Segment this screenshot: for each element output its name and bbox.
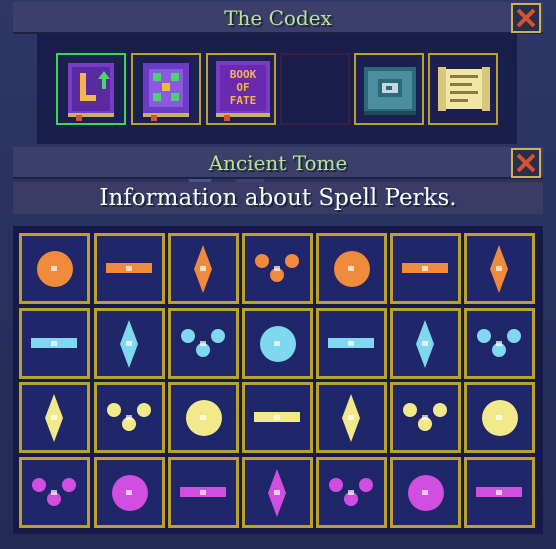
light-stars-icon <box>254 412 300 422</box>
spell-perk-slot[interactable] <box>94 308 165 379</box>
tome-titlebar: Ancient Tome <box>13 147 543 179</box>
codex-title: The Codex <box>224 6 332 30</box>
book-cover-line-1: BOOK <box>230 68 257 81</box>
tome-close-button[interactable] <box>511 148 541 178</box>
light-golem-icon <box>482 400 518 436</box>
spell-perk-slot[interactable] <box>19 233 90 304</box>
ice-shield-icon <box>416 320 434 368</box>
spell-perk-slot[interactable] <box>464 457 535 528</box>
book-slot-1[interactable] <box>56 53 126 125</box>
book-cover-line-2: OF <box>236 81 249 94</box>
arcane-spark-icon <box>408 475 444 511</box>
spell-perk-slot[interactable] <box>94 233 165 304</box>
spell-perk-slot[interactable] <box>168 382 239 453</box>
book-slot-5[interactable] <box>354 53 424 125</box>
fire-beam-icon <box>255 254 299 282</box>
tome-title: Ancient Tome <box>208 151 348 175</box>
book-slot-empty[interactable] <box>280 53 350 125</box>
ice-crystals-icon <box>181 329 225 357</box>
spell-perk-slot[interactable] <box>390 457 461 528</box>
spell-perk-slot[interactable] <box>464 233 535 304</box>
spell-perk-slot[interactable] <box>316 457 387 528</box>
light-chain-icon <box>45 394 63 442</box>
rune-grid-book-icon <box>143 63 189 121</box>
spell-perk-slot[interactable] <box>168 308 239 379</box>
spell-perk-slot[interactable] <box>390 382 461 453</box>
ice-fish-icon <box>328 338 374 348</box>
spell-perk-slot[interactable] <box>94 382 165 453</box>
arcane-bolts-icon <box>32 478 76 506</box>
spell-perk-slot[interactable] <box>94 457 165 528</box>
spell-perk-slot[interactable] <box>168 457 239 528</box>
codex-titlebar: The Codex <box>13 2 543 34</box>
ice-shard-icon <box>120 320 138 368</box>
spell-perk-slot[interactable] <box>464 308 535 379</box>
spell-perk-slot[interactable] <box>464 382 535 453</box>
arcane-spirit-icon <box>476 487 522 497</box>
light-sword-icon <box>107 403 151 431</box>
spell-perk-slot[interactable] <box>242 233 313 304</box>
light-sparks-icon <box>186 400 222 436</box>
light-orb-icon <box>342 394 360 442</box>
fire-wisp-icon <box>334 251 370 287</box>
fire-swirl-icon <box>37 251 73 287</box>
spell-perk-slot[interactable] <box>390 308 461 379</box>
spell-perk-slot[interactable] <box>316 382 387 453</box>
ice-beam-icon <box>260 326 296 362</box>
arcane-drip-icon <box>268 469 286 517</box>
spell-perk-slot[interactable] <box>19 308 90 379</box>
fireballs-icon <box>106 263 152 273</box>
codex-close-button[interactable] <box>511 3 541 33</box>
spell-perk-slot[interactable] <box>19 382 90 453</box>
arcane-arc-icon <box>329 478 373 506</box>
fire-pillar-icon <box>194 245 212 293</box>
book-slot-2[interactable] <box>131 53 201 125</box>
book-slot-3[interactable]: BOOK OF FATE <box>206 53 276 125</box>
stone-tome-icon <box>364 67 416 115</box>
tome-info-bar: Information about Spell Perks. <box>13 182 543 214</box>
ice-boulder-icon <box>31 338 77 348</box>
tome-info-text: Information about Spell Perks. <box>99 185 457 211</box>
spell-perk-slot[interactable] <box>390 233 461 304</box>
spell-perk-slot[interactable] <box>242 457 313 528</box>
arcane-blob-icon <box>180 487 226 497</box>
spell-perk-slot[interactable] <box>316 233 387 304</box>
book-cover-line-3: FATE <box>230 94 257 107</box>
close-icon <box>516 8 536 28</box>
book-of-fate-icon: BOOK OF FATE <box>216 61 270 121</box>
spell-perk-slot[interactable] <box>19 457 90 528</box>
book-slot-6[interactable] <box>428 53 498 125</box>
close-icon <box>516 153 536 173</box>
ice-golem-icon <box>477 329 521 357</box>
volcano-icon <box>402 263 448 273</box>
book-icon <box>68 63 114 121</box>
fire-golem-icon <box>490 245 508 293</box>
arcane-dash-icon <box>112 475 148 511</box>
spell-perk-slot[interactable] <box>168 233 239 304</box>
spell-perk-slot[interactable] <box>242 308 313 379</box>
spell-perk-slot[interactable] <box>316 308 387 379</box>
spell-perk-slot[interactable] <box>242 382 313 453</box>
light-beam-icon <box>403 403 447 431</box>
scroll-icon <box>438 67 490 111</box>
